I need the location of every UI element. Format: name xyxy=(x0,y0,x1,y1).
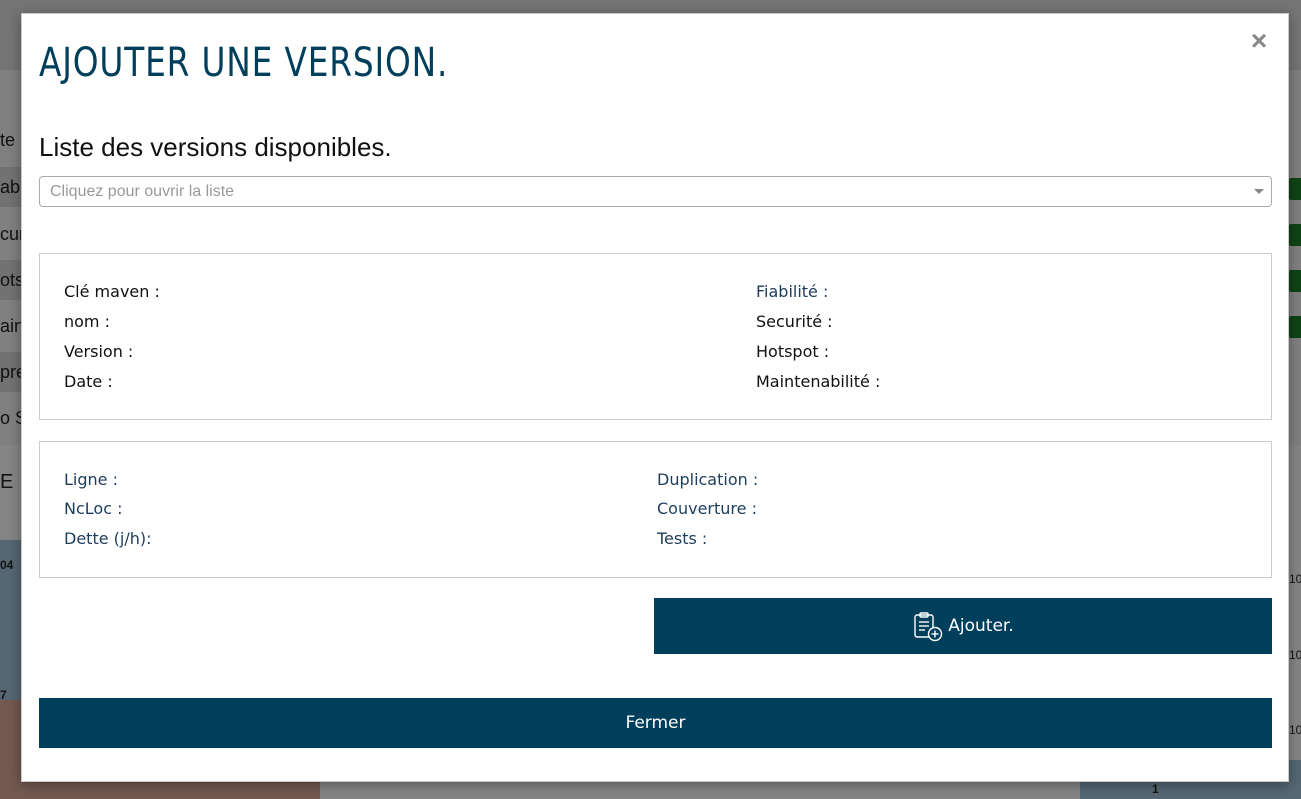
reliability-label: Fiabilité : xyxy=(756,282,829,301)
debt-label: Dette (j/h): xyxy=(64,529,152,548)
close-icon[interactable]: × xyxy=(1248,27,1270,55)
version-select[interactable]: Cliquez pour ouvrir la liste xyxy=(39,176,1272,207)
date-label: Date : xyxy=(64,372,113,391)
add-version-button[interactable]: Ajouter. xyxy=(654,598,1272,654)
security-label: Securité : xyxy=(756,312,833,331)
version-list-title: Liste des versions disponibles. xyxy=(39,132,392,162)
modal-title: AJOUTER UNE VERSION. xyxy=(39,40,449,86)
version-metrics-panel: Ligne : NcLoc : Dette (j/h): Duplication… xyxy=(39,441,1272,578)
coverage-label: Couverture : xyxy=(657,499,757,518)
lines-label: Ligne : xyxy=(64,470,118,489)
name-label: nom : xyxy=(64,312,110,331)
hotspot-label: Hotspot : xyxy=(756,342,830,361)
tests-label: Tests : xyxy=(657,529,708,548)
add-version-label: Ajouter. xyxy=(948,616,1014,636)
version-details-panel: Clé maven : nom : Version : Date : Fiabi… xyxy=(39,253,1272,420)
close-modal-label: Fermer xyxy=(625,713,686,733)
chevron-down-icon[interactable] xyxy=(1254,189,1264,194)
close-modal-button[interactable]: Fermer xyxy=(39,698,1272,748)
version-select-placeholder: Cliquez pour ouvrir la liste xyxy=(50,183,235,200)
maintainability-label: Maintenabilité : xyxy=(756,372,881,391)
version-label: Version : xyxy=(64,342,134,361)
duplication-label: Duplication : xyxy=(657,470,759,489)
add-version-modal: AJOUTER UNE VERSION. × Liste des version… xyxy=(21,13,1289,782)
clipboard-add-icon xyxy=(914,612,943,642)
maven-key-label: Clé maven : xyxy=(64,282,160,301)
ncloc-label: NcLoc : xyxy=(64,499,123,518)
